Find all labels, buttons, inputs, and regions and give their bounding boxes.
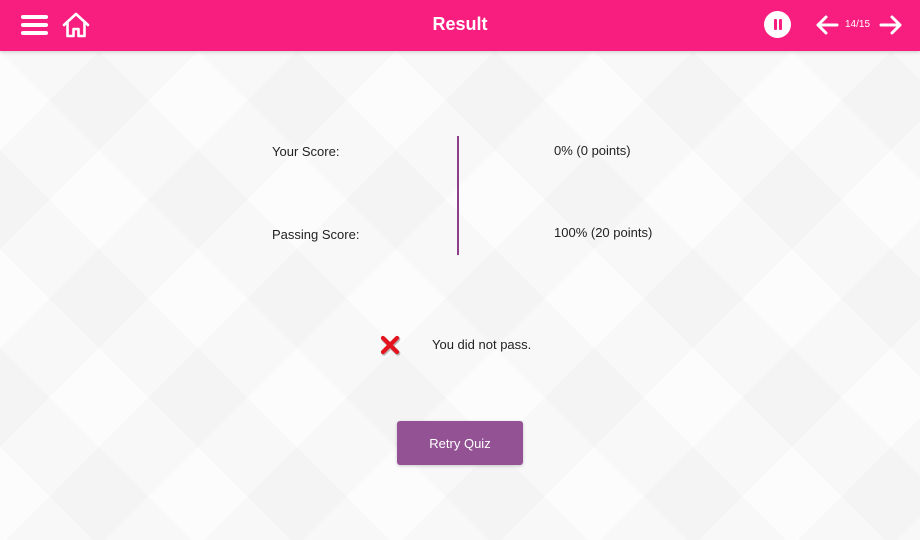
score-divider	[457, 136, 459, 255]
retry-quiz-button[interactable]: Retry Quiz	[397, 421, 523, 465]
passing-score-value: 100% (20 points)	[554, 225, 653, 240]
red-x-icon	[380, 335, 401, 356]
status-message: You did not pass.	[432, 337, 532, 352]
result-panel: Your Score: 0% (0 points) Passing Score:…	[0, 0, 920, 540]
your-score-value: 0% (0 points)	[554, 143, 631, 158]
top-bar: Result 14/15	[0, 0, 920, 51]
passing-score-label: Passing Score:	[272, 227, 360, 242]
page-counter: 14/15	[845, 19, 871, 30]
pause-icon	[774, 19, 777, 30]
arrow-right-icon[interactable]	[879, 14, 903, 36]
arrow-left-icon[interactable]	[815, 14, 839, 36]
pause-button[interactable]	[764, 11, 791, 38]
your-score-label: Your Score:	[272, 144, 340, 159]
